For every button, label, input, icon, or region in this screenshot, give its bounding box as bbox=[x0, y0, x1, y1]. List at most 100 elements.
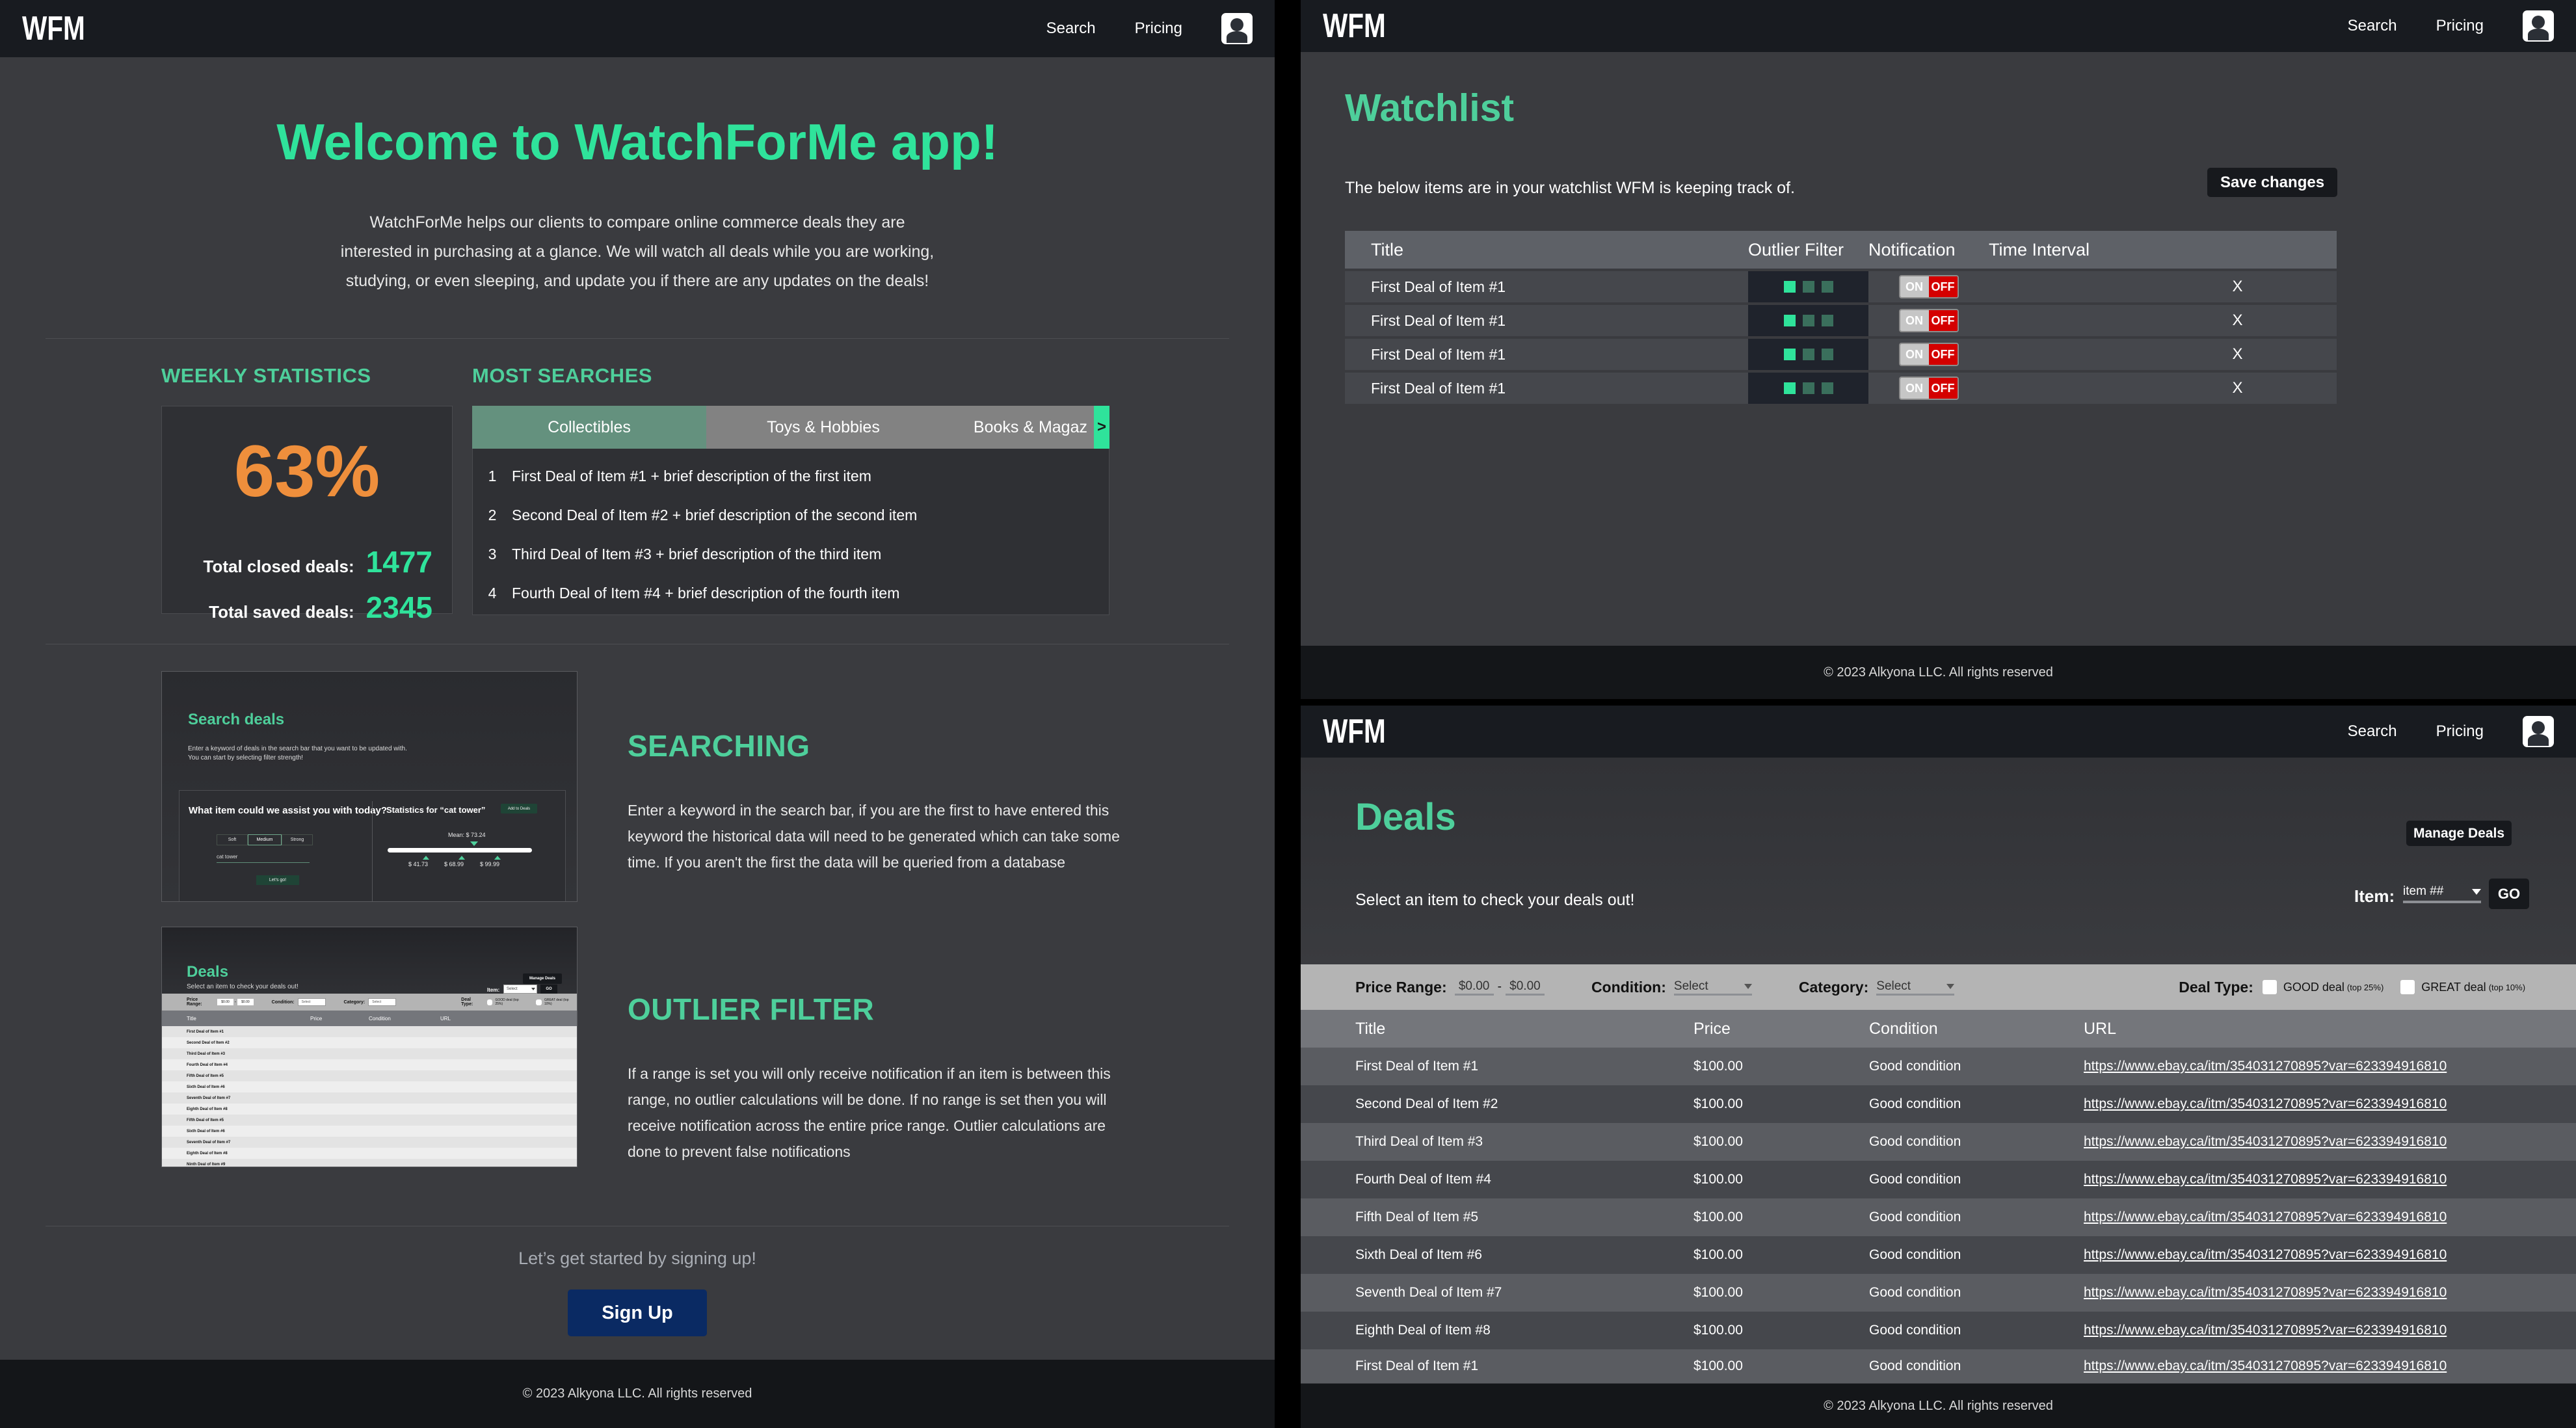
deal-url-link[interactable]: https://www.ebay.ca/itm/354031270895?var… bbox=[2084, 1059, 2447, 1074]
nav-search-link[interactable]: Search bbox=[1046, 20, 1096, 38]
table-row[interactable]: Fourth Deal of Item #4 bbox=[162, 1059, 577, 1070]
condition-select[interactable]: Select bbox=[1673, 979, 1752, 996]
notification-toggle[interactable]: ON OFF bbox=[1898, 377, 1959, 400]
outlier-bar-3[interactable] bbox=[1821, 281, 1833, 293]
outlier-bar-2[interactable] bbox=[1802, 382, 1814, 394]
table-row[interactable]: Eighth Deal of Item #8 bbox=[162, 1148, 577, 1159]
lets-go-button[interactable]: Let's go! bbox=[256, 875, 299, 885]
table-row[interactable]: Eighth Deal of Item #8 bbox=[162, 1104, 577, 1115]
list-item[interactable]: 3 Third Deal of Item #3 + brief descript… bbox=[473, 535, 1109, 574]
outlier-filter-cell[interactable] bbox=[1748, 271, 1868, 302]
table-row[interactable]: First Deal of Item #1 $100.00 Good condi… bbox=[1301, 1048, 2576, 1085]
table-row[interactable]: Fifth Deal of Item #5 $100.00 Good condi… bbox=[1301, 1198, 2576, 1236]
list-item[interactable]: 1 First Deal of Item #1 + brief descript… bbox=[473, 456, 1109, 496]
save-changes-button[interactable]: Save changes bbox=[2207, 168, 2337, 197]
search-screenshot-thumbnail[interactable]: Search deals Enter a keyword of deals in… bbox=[161, 671, 578, 902]
notification-on-option[interactable]: ON bbox=[1900, 378, 1929, 399]
nav-pricing-link[interactable]: Pricing bbox=[2436, 17, 2484, 35]
outlier-bar-1[interactable] bbox=[1783, 281, 1796, 293]
notification-cell[interactable]: ON OFF bbox=[1868, 377, 1989, 400]
outlier-bar-3[interactable] bbox=[1821, 382, 1833, 394]
remove-row-button[interactable]: X bbox=[2138, 278, 2337, 296]
table-row[interactable]: Seventh Deal of Item #7 bbox=[162, 1092, 577, 1104]
great-deal-checkbox[interactable] bbox=[2400, 980, 2415, 994]
brand-logo[interactable]: WFM bbox=[22, 9, 85, 48]
shot-manage-deals-button[interactable]: Manage Deals bbox=[523, 973, 562, 984]
table-row[interactable]: Fourth Deal of Item #4 $100.00 Good cond… bbox=[1301, 1161, 2576, 1198]
table-row[interactable]: Ninth Deal of Item #9 bbox=[162, 1159, 577, 1167]
shot-category-select[interactable]: Select bbox=[368, 998, 397, 1006]
deal-url-link[interactable]: https://www.ebay.ca/itm/354031270895?var… bbox=[2084, 1096, 2447, 1112]
item-select[interactable]: item ## bbox=[2403, 882, 2481, 903]
manage-deals-button[interactable]: Manage Deals bbox=[2406, 821, 2512, 846]
table-row[interactable]: First Deal of Item #1 ON OFF X bbox=[1345, 305, 2337, 336]
deal-url-link[interactable]: https://www.ebay.ca/itm/354031270895?var… bbox=[2084, 1358, 2447, 1374]
notification-off-option[interactable]: OFF bbox=[1928, 344, 1958, 365]
outlier-filter-cell[interactable] bbox=[1748, 339, 1868, 370]
list-item[interactable]: 2 Second Deal of Item #2 + brief descrip… bbox=[473, 496, 1109, 535]
account-avatar-icon[interactable] bbox=[1221, 13, 1253, 44]
outlier-bar-2[interactable] bbox=[1802, 281, 1814, 293]
add-to-deals-button[interactable]: Add to Deals bbox=[501, 804, 537, 813]
deal-url-link[interactable]: https://www.ebay.ca/itm/354031270895?var… bbox=[2084, 1247, 2447, 1263]
deal-url-link[interactable]: https://www.ebay.ca/itm/354031270895?var… bbox=[2084, 1285, 2447, 1301]
deal-url-link[interactable]: https://www.ebay.ca/itm/354031270895?var… bbox=[2084, 1134, 2447, 1150]
outlier-filter-bars[interactable] bbox=[1748, 305, 1868, 336]
notification-on-option[interactable]: ON bbox=[1900, 310, 1929, 331]
notification-cell[interactable]: ON OFF bbox=[1868, 309, 1989, 332]
good-deal-checkbox[interactable] bbox=[2262, 980, 2277, 994]
outlier-bar-1[interactable] bbox=[1783, 349, 1796, 360]
table-row[interactable]: Second Deal of Item #2 $100.00 Good cond… bbox=[1301, 1085, 2576, 1123]
table-row[interactable]: Third Deal of Item #3 $100.00 Good condi… bbox=[1301, 1123, 2576, 1161]
table-row[interactable]: Fifth Deal of Item #5 bbox=[162, 1115, 577, 1126]
outlier-bar-2[interactable] bbox=[1802, 315, 1814, 326]
brand-logo[interactable]: WFM bbox=[1323, 712, 1386, 751]
shot-condition-select[interactable]: Select bbox=[297, 998, 326, 1006]
notification-cell[interactable]: ON OFF bbox=[1868, 275, 1989, 298]
tab-books-magazines[interactable]: Books & Magaz bbox=[940, 406, 1094, 449]
table-row[interactable]: Eighth Deal of Item #8 $100.00 Good cond… bbox=[1301, 1312, 2576, 1349]
shot-good-deal-checkbox[interactable] bbox=[486, 999, 493, 1005]
outlier-filter-cell[interactable] bbox=[1748, 305, 1868, 336]
notification-on-option[interactable]: ON bbox=[1900, 344, 1929, 365]
notification-off-option[interactable]: OFF bbox=[1928, 310, 1958, 331]
outlier-bar-3[interactable] bbox=[1821, 349, 1833, 360]
price-max-input[interactable]: $0.00 bbox=[1505, 979, 1545, 996]
table-row[interactable]: First Deal of Item #1 $100.00 Good condi… bbox=[1301, 1349, 2576, 1383]
table-row[interactable]: Seventh Deal of Item #7 bbox=[162, 1137, 577, 1148]
notification-cell[interactable]: ON OFF bbox=[1868, 343, 1989, 366]
category-select[interactable]: Select bbox=[1876, 979, 1955, 996]
strength-strong-button[interactable]: Strong bbox=[282, 834, 313, 845]
go-button[interactable]: GO bbox=[2489, 879, 2529, 909]
shot-price-max[interactable]: $0.00 bbox=[237, 999, 254, 1005]
keyword-input[interactable]: cat tower bbox=[217, 854, 310, 863]
list-item[interactable]: 4 Fourth Deal of Item #4 + brief descrip… bbox=[473, 574, 1109, 613]
outlier-bar-1[interactable] bbox=[1783, 315, 1796, 326]
nav-search-link[interactable]: Search bbox=[2348, 722, 2397, 741]
notification-toggle[interactable]: ON OFF bbox=[1898, 275, 1959, 298]
price-min-input[interactable]: $0.00 bbox=[1454, 979, 1494, 996]
outlier-filter-bars[interactable] bbox=[1748, 339, 1868, 370]
nav-pricing-link[interactable]: Pricing bbox=[1135, 20, 1182, 38]
deal-url-link[interactable]: https://www.ebay.ca/itm/354031270895?var… bbox=[2084, 1172, 2447, 1187]
table-row[interactable]: Sixth Deal of Item #6 bbox=[162, 1081, 577, 1092]
table-row[interactable]: Third Deal of Item #3 bbox=[162, 1048, 577, 1059]
notification-toggle[interactable]: ON OFF bbox=[1898, 309, 1959, 332]
nav-pricing-link[interactable]: Pricing bbox=[2436, 722, 2484, 741]
outlier-bar-2[interactable] bbox=[1802, 349, 1814, 360]
strength-soft-button[interactable]: Soft bbox=[217, 834, 248, 845]
shot-great-deal-checkbox[interactable] bbox=[536, 999, 542, 1005]
account-avatar-icon[interactable] bbox=[2523, 10, 2554, 42]
table-row[interactable]: Second Deal of Item #2 bbox=[162, 1037, 577, 1048]
outlier-bar-3[interactable] bbox=[1821, 315, 1833, 326]
table-row[interactable]: Sixth Deal of Item #6 $100.00 Good condi… bbox=[1301, 1236, 2576, 1274]
deal-url-link[interactable]: https://www.ebay.ca/itm/354031270895?var… bbox=[2084, 1323, 2447, 1338]
shot-go-button[interactable]: GO bbox=[540, 985, 557, 994]
tab-next-icon[interactable]: > bbox=[1094, 406, 1109, 449]
deals-screenshot-thumbnail[interactable]: Deals Select an item to check your deals… bbox=[161, 927, 578, 1167]
strength-selector[interactable]: Soft Medium Strong bbox=[217, 834, 313, 845]
notification-off-option[interactable]: OFF bbox=[1928, 276, 1958, 297]
remove-row-button[interactable]: X bbox=[2138, 311, 2337, 330]
outlier-bar-1[interactable] bbox=[1783, 382, 1796, 394]
notification-toggle[interactable]: ON OFF bbox=[1898, 343, 1959, 366]
